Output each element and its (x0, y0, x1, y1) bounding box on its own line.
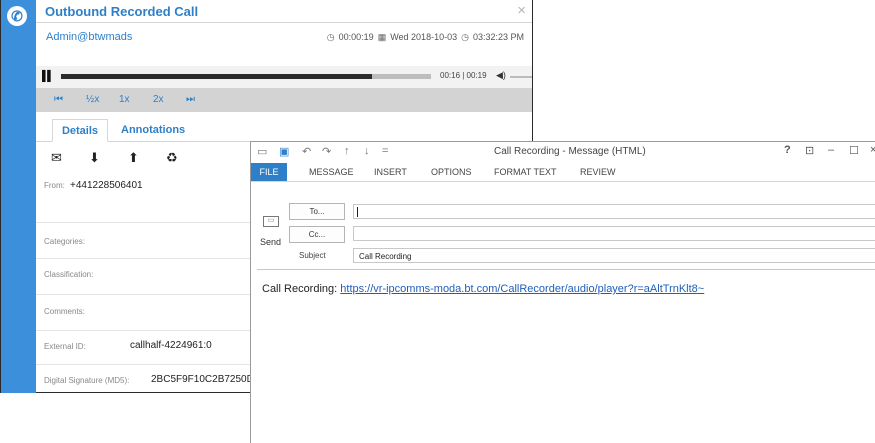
calendar-icon: ▦ (377, 32, 387, 42)
send-button[interactable]: ▭ Send (255, 199, 285, 255)
field-classification: Classification: (36, 258, 256, 295)
upload-icon[interactable]: ⬆ (128, 150, 139, 166)
minimize-icon[interactable]: – (828, 144, 834, 156)
message-body[interactable]: Call Recording: https://vr-ipcomms-moda.… (262, 283, 704, 295)
body-text: Call Recording: (262, 283, 338, 295)
panel-title: Outbound Recorded Call (45, 4, 199, 19)
progress-track[interactable] (61, 74, 431, 79)
panel-tabs: Details Annotations (36, 119, 532, 142)
body-divider (257, 269, 875, 270)
speed-half-button[interactable]: ½x (86, 94, 99, 105)
comments-label: Comments: (44, 307, 85, 316)
call-time: 03:32:23 PM (472, 32, 524, 42)
field-comments: Comments: (36, 294, 256, 331)
external-id-label: External ID: (44, 342, 86, 351)
maximize-icon[interactable]: ☐ (849, 144, 859, 157)
close-icon[interactable]: × (517, 2, 526, 19)
help-icon[interactable]: ? (784, 144, 791, 156)
subject-label: Subject (299, 251, 326, 260)
ribbon-tab-format-text[interactable]: FORMAT TEXT (494, 167, 557, 177)
external-id-value: callhalf-4224961:0 (130, 340, 212, 351)
recording-link[interactable]: https://vr-ipcomms-moda.bt.com/CallRecor… (340, 283, 704, 295)
skip-to-start-button[interactable]: ⏮ (54, 94, 63, 105)
ribbon-options-icon[interactable]: ⊡ (805, 144, 814, 157)
playback-controls: ⏮ ½x 1x 2x ⏭ (36, 88, 532, 112)
progress-fill (61, 74, 372, 79)
clock-icon: ◷ (326, 32, 335, 42)
email-icon[interactable]: ✉ (51, 150, 62, 166)
classification-label: Classification: (44, 270, 94, 279)
user-row: Admin@btwmads ◷ 00:00:19 ▦ Wed 2018-10-0… (36, 22, 532, 66)
call-actions: ✉ ⬇ ⬆ ♻ (36, 150, 236, 166)
user-name: Admin@btwmads (46, 31, 133, 43)
tab-details[interactable]: Details (52, 119, 108, 142)
redo-icon[interactable]: ↷ (322, 145, 331, 158)
field-from: From: +441228506401 (36, 176, 256, 223)
audio-player: ▌▌ 00:16 | 00:19 ◀) (36, 66, 532, 88)
up-arrow-icon[interactable]: ↑ (344, 145, 350, 157)
window-title: Call Recording - Message (HTML) (494, 146, 646, 157)
pause-icon[interactable]: ▌▌ (42, 71, 54, 82)
message-window: ▭ ▣ ↶ ↷ ↑ ↓ = Call Recording - Message (… (250, 141, 875, 443)
time-display: 00:16 | 00:19 (440, 71, 487, 80)
ribbon-tabs: FILE MESSAGE INSERT OPTIONS FORMAT TEXT … (251, 163, 875, 181)
app-logo: ✆ (7, 6, 27, 26)
field-categories: Categories: (36, 222, 256, 259)
close-icon[interactable]: × (870, 144, 875, 156)
cc-button[interactable]: Cc... (289, 226, 345, 243)
download-icon[interactable]: ⬇ (89, 150, 100, 166)
side-strip: ✆ (1, 0, 36, 393)
from-value: +441228506401 (70, 180, 143, 191)
skip-to-end-button[interactable]: ⏭ (186, 94, 195, 105)
speed-1x-button[interactable]: 1x (119, 94, 130, 105)
message-titlebar: ▭ ▣ ↶ ↷ ↑ ↓ = Call Recording - Message (… (251, 142, 875, 162)
field-digital-signature: Digital Signature (MD5): 2BC5F9F10C2B725… (36, 364, 267, 393)
down-arrow-icon[interactable]: ↓ (364, 145, 370, 157)
ribbon-tab-insert[interactable]: INSERT (374, 167, 407, 177)
customize-icon[interactable]: = (382, 145, 388, 157)
ribbon-tab-file[interactable]: FILE (251, 163, 287, 181)
ribbon-tab-review[interactable]: REVIEW (580, 167, 616, 177)
undo-icon[interactable]: ↶ (302, 145, 311, 158)
message-icon: ▭ (257, 146, 268, 158)
cc-field[interactable] (353, 226, 875, 241)
field-external-id: External ID: callhalf-4224961:0 (36, 330, 256, 365)
panel-titlebar: Outbound Recorded Call × (36, 0, 532, 23)
recycle-icon[interactable]: ♻ (166, 150, 178, 166)
ribbon-divider (251, 181, 875, 182)
ribbon-tab-options[interactable]: OPTIONS (431, 167, 472, 177)
to-button[interactable]: To... (289, 203, 345, 220)
ribbon-tab-message[interactable]: MESSAGE (309, 167, 354, 177)
speed-2x-button[interactable]: 2x (153, 94, 164, 105)
categories-label: Categories: (44, 237, 85, 246)
send-label: Send (260, 237, 282, 247)
save-icon[interactable]: ▣ (279, 145, 289, 158)
signature-label: Digital Signature (MD5): (44, 376, 130, 385)
call-meta: ◷ 00:00:19 ▦ Wed 2018-10-03 ◷ 03:32:23 P… (327, 32, 524, 43)
volume-icon[interactable]: ◀) (496, 70, 506, 81)
to-field[interactable] (353, 204, 875, 219)
from-label: From: (44, 181, 65, 190)
subject-field[interactable]: Call Recording (353, 248, 875, 263)
tab-annotations[interactable]: Annotations (121, 124, 185, 136)
call-duration: 00:00:19 (338, 32, 374, 42)
volume-slider[interactable] (510, 76, 532, 78)
text-caret (357, 207, 358, 217)
send-icon: ▭ (263, 216, 279, 227)
call-date: Wed 2018-10-03 (390, 32, 458, 42)
clock-icon: ◷ (461, 32, 469, 42)
